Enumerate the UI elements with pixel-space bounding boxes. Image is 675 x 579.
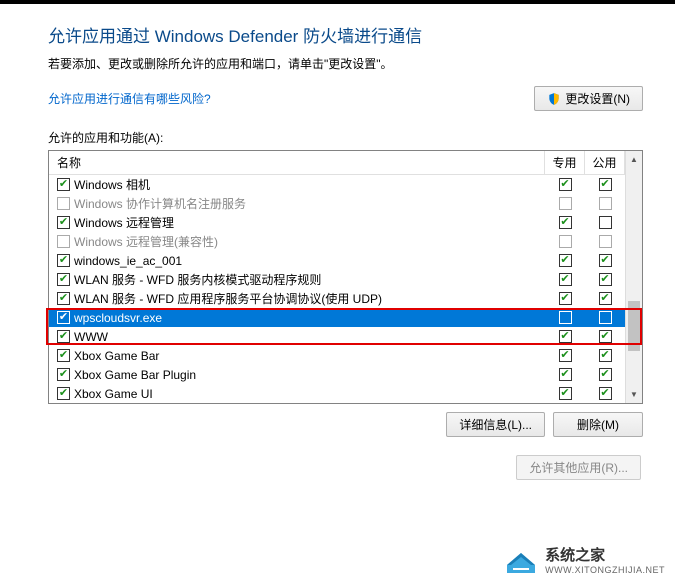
table-row[interactable]: Xbox Game Bar	[49, 346, 625, 365]
row-public-checkbox[interactable]	[599, 292, 612, 305]
row-public-checkbox[interactable]	[599, 349, 612, 362]
row-enable-checkbox[interactable]	[57, 387, 70, 400]
row-name-label: WWW	[74, 330, 108, 344]
row-enable-checkbox[interactable]	[57, 216, 70, 229]
row-public-checkbox[interactable]	[599, 311, 612, 324]
row-enable-checkbox[interactable]	[57, 292, 70, 305]
watermark: 系统之家 WWW.XITONGZHIJIA.NET	[503, 544, 665, 575]
watermark-title: 系统之家	[545, 544, 665, 565]
table-row[interactable]: Windows 相机	[49, 175, 625, 194]
scrollbar[interactable]: ▲ ▼	[625, 151, 642, 403]
row-enable-checkbox[interactable]	[57, 330, 70, 343]
row-private-checkbox[interactable]	[559, 273, 572, 286]
column-name[interactable]: 名称	[49, 151, 545, 174]
row-public-checkbox[interactable]	[599, 387, 612, 400]
row-name-label: windows_ie_ac_001	[74, 254, 182, 268]
row-public-checkbox[interactable]	[599, 330, 612, 343]
row-enable-checkbox[interactable]	[57, 311, 70, 324]
row-private-checkbox[interactable]	[559, 387, 572, 400]
row-public-checkbox[interactable]	[599, 197, 612, 210]
table-row[interactable]: windows_ie_ac_001	[49, 251, 625, 270]
row-public-checkbox[interactable]	[599, 216, 612, 229]
change-settings-label: 更改设置(N)	[565, 90, 630, 107]
row-enable-checkbox[interactable]	[57, 197, 70, 210]
remove-button[interactable]: 删除(M)	[553, 412, 643, 437]
table-row[interactable]: Windows 协作计算机名注册服务	[49, 194, 625, 213]
row-public-checkbox[interactable]	[599, 368, 612, 381]
row-name-label: Windows 相机	[74, 176, 150, 193]
scroll-down-button[interactable]: ▼	[626, 386, 642, 403]
table-row[interactable]: Xbox Game UI	[49, 384, 625, 403]
change-settings-button[interactable]: 更改设置(N)	[534, 86, 643, 111]
row-name-label: WLAN 服务 - WFD 服务内核模式驱动程序规则	[74, 271, 321, 288]
table-row[interactable]: Windows 远程管理	[49, 213, 625, 232]
column-public[interactable]: 公用	[585, 151, 625, 174]
row-name-label: Xbox Game UI	[74, 387, 153, 401]
row-name-label: Windows 远程管理	[74, 214, 174, 231]
watermark-url: WWW.XITONGZHIJIA.NET	[545, 565, 665, 575]
table-row[interactable]: Xbox Game Bar Plugin	[49, 365, 625, 384]
row-private-checkbox[interactable]	[559, 178, 572, 191]
details-button[interactable]: 详细信息(L)...	[446, 412, 545, 437]
table-row[interactable]: WLAN 服务 - WFD 应用程序服务平台协调协议(使用 UDP)	[49, 289, 625, 308]
section-label: 允许的应用和功能(A):	[48, 129, 643, 146]
row-private-checkbox[interactable]	[559, 216, 572, 229]
table-row[interactable]: WLAN 服务 - WFD 服务内核模式驱动程序规则	[49, 270, 625, 289]
row-private-checkbox[interactable]	[559, 330, 572, 343]
row-enable-checkbox[interactable]	[57, 235, 70, 248]
row-name-label: Xbox Game Bar Plugin	[74, 368, 196, 382]
row-enable-checkbox[interactable]	[57, 178, 70, 191]
table-row[interactable]: wpscloudsvr.exe	[49, 308, 625, 327]
list-body: Windows 相机 Windows 协作计算机名注册服务 Windows 远程管理…	[49, 175, 625, 403]
row-name-label: Xbox Game Bar	[74, 349, 159, 363]
row-private-checkbox[interactable]	[559, 197, 572, 210]
list-header: 名称 专用 公用	[49, 151, 625, 175]
row-private-checkbox[interactable]	[559, 292, 572, 305]
shield-icon	[547, 92, 561, 106]
row-enable-checkbox[interactable]	[57, 349, 70, 362]
row-name-label: WLAN 服务 - WFD 应用程序服务平台协调协议(使用 UDP)	[74, 290, 382, 307]
table-row[interactable]: Windows 远程管理(兼容性)	[49, 232, 625, 251]
row-public-checkbox[interactable]	[599, 178, 612, 191]
row-name-label: Windows 远程管理(兼容性)	[74, 233, 218, 250]
row-name-label: Windows 协作计算机名注册服务	[74, 195, 246, 212]
row-private-checkbox[interactable]	[559, 349, 572, 362]
row-private-checkbox[interactable]	[559, 311, 572, 324]
page-subtext: 若要添加、更改或删除所允许的应用和端口，请单击"更改设置"。	[48, 55, 643, 72]
allow-other-app-button: 允许其他应用(R)...	[516, 455, 641, 480]
row-name-label: wpscloudsvr.exe	[74, 311, 162, 325]
row-public-checkbox[interactable]	[599, 273, 612, 286]
table-row[interactable]: WWW	[49, 327, 625, 346]
risk-link[interactable]: 允许应用进行通信有哪些风险?	[48, 90, 211, 107]
row-enable-checkbox[interactable]	[57, 368, 70, 381]
column-private[interactable]: 专用	[545, 151, 585, 174]
scroll-up-button[interactable]: ▲	[626, 151, 642, 168]
row-public-checkbox[interactable]	[599, 254, 612, 267]
row-private-checkbox[interactable]	[559, 235, 572, 248]
row-enable-checkbox[interactable]	[57, 254, 70, 267]
apps-listbox: 名称 专用 公用 Windows 相机Windows 协作计算机名注册服务Win…	[48, 150, 643, 404]
row-public-checkbox[interactable]	[599, 235, 612, 248]
scroll-thumb[interactable]	[628, 301, 640, 351]
page-heading: 允许应用通过 Windows Defender 防火墙进行通信	[48, 22, 643, 47]
row-private-checkbox[interactable]	[559, 254, 572, 267]
watermark-logo-icon	[503, 545, 539, 575]
row-enable-checkbox[interactable]	[57, 273, 70, 286]
row-private-checkbox[interactable]	[559, 368, 572, 381]
